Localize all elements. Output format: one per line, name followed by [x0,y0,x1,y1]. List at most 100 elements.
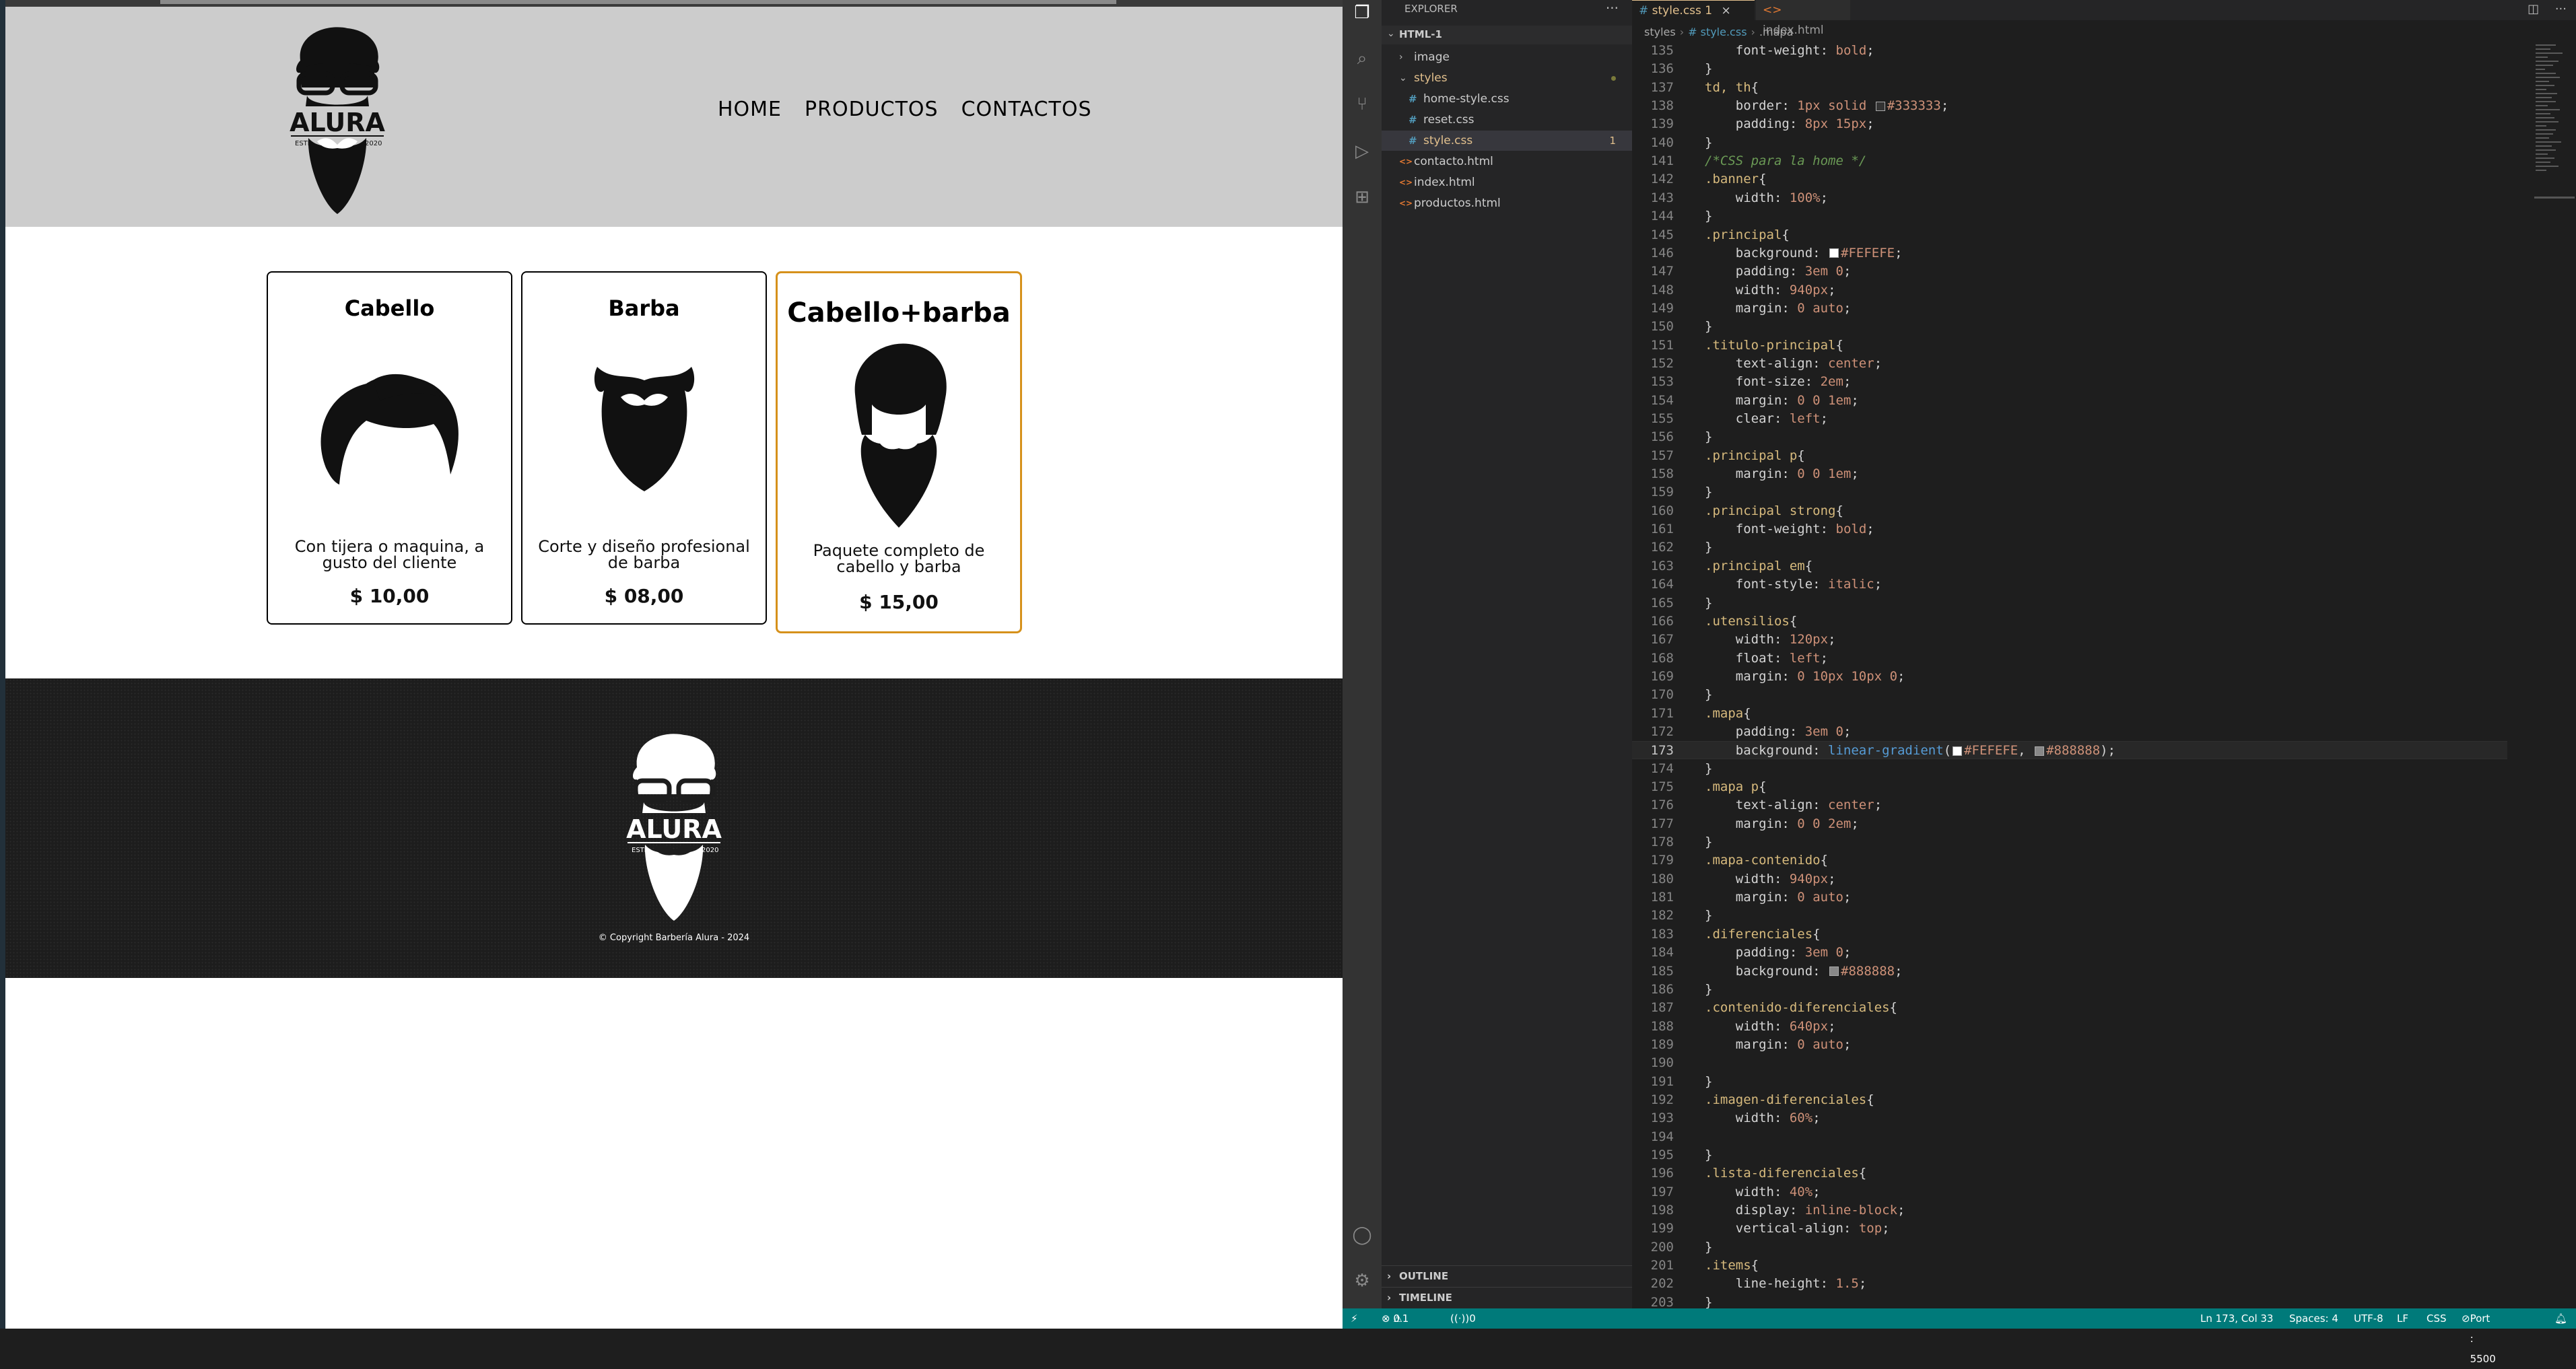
code-line[interactable]: 191} [1632,1073,2507,1091]
code-line[interactable]: 156} [1632,428,2507,446]
code-line[interactable]: 195} [1632,1146,2507,1164]
code-line[interactable]: 137 td, th{ [1632,79,2507,97]
more-actions-icon[interactable]: ··· [2555,2,2567,16]
close-icon[interactable]: × [1722,4,1731,17]
timeline-section[interactable]: › TIMELINE [1382,1287,1632,1308]
code-line[interactable]: 170} [1632,686,2507,704]
code-line[interactable]: 148 width: 940px; [1632,281,2507,300]
code-line[interactable]: 197 width: 40%; [1632,1183,2507,1201]
code-line[interactable]: 194 [1632,1128,2507,1146]
code-line[interactable]: 166 .utensilios{ [1632,612,2507,631]
code-line[interactable]: 190 [1632,1054,2507,1072]
code-line[interactable]: 175 .mapa p{ [1632,778,2507,796]
code-line[interactable]: 188 width: 640px; [1632,1018,2507,1036]
code-line[interactable]: 161 font-weight: bold; [1632,520,2507,538]
code-line[interactable]: 141 /*CSS para la home */ [1632,152,2507,170]
tree-item-styles[interactable]: ⌄ styles [1382,68,1632,88]
account-icon[interactable]: ◯ [1352,1225,1372,1245]
code-line[interactable]: 150} [1632,318,2507,336]
code-line[interactable]: 154 margin: 0 0 1em; [1632,392,2507,410]
encoding-setting[interactable]: UTF-8 [2354,1308,2383,1329]
language-mode[interactable]: CSS [2427,1308,2447,1329]
eol-setting[interactable]: LF [2397,1308,2408,1329]
tree-item-home-style-css[interactable]: # home-style.css [1382,89,1632,109]
run-debug-icon[interactable]: ▷ [1352,141,1372,162]
code-line[interactable]: 169 margin: 0 10px 10px 0; [1632,668,2507,686]
tree-item-productos-html[interactable]: <> productos.html [1382,193,1632,213]
code-line[interactable]: 200} [1632,1238,2507,1257]
breadcrumb-folder[interactable]: styles [1644,26,1676,38]
code-line[interactable]: 201 .items{ [1632,1257,2507,1275]
code-line[interactable]: 144} [1632,207,2507,225]
code-line[interactable]: 172 padding: 3em 0; [1632,723,2507,741]
code-line[interactable]: 167 width: 120px; [1632,631,2507,649]
product-card-barba[interactable]: Barba Corte y diseño profesional de barb… [521,271,767,625]
code-line[interactable]: 186} [1632,981,2507,999]
minimap[interactable] [2534,42,2575,378]
code-line[interactable]: 183 .diferenciales{ [1632,925,2507,944]
code-line[interactable]: 136} [1632,60,2507,78]
code-line[interactable]: 140} [1632,134,2507,152]
alura-logo[interactable]: ALURA ESTD 2020 [280,20,395,215]
product-card-cabello-barba[interactable]: Cabello+barba Paquete completo de cabell… [776,271,1022,633]
more-actions-icon[interactable]: ··· [1606,0,1619,16]
code-line[interactable]: 145 .principal{ [1632,226,2507,244]
code-line[interactable]: 198 display: inline-block; [1632,1201,2507,1220]
tree-item-contacto-html[interactable]: <> contacto.html [1382,151,1632,172]
nav-productos[interactable]: PRODUCTOS [805,98,939,121]
code-line[interactable]: 157 .principal p{ [1632,447,2507,465]
product-card-cabello[interactable]: Cabello Con tijera o maquina, a gusto de… [267,271,512,625]
code-line[interactable]: 139 padding: 8px 15px; [1632,115,2507,133]
tree-item-style-css[interactable]: # style.css 1 [1382,131,1632,151]
tab-index-html[interactable]: <> index.html [1756,0,1850,37]
code-line[interactable]: 193 width: 60%; [1632,1109,2507,1127]
code-line[interactable]: 164 font-style: italic; [1632,575,2507,594]
code-line[interactable]: 178} [1632,833,2507,851]
notifications-bell-icon[interactable]: 🔔︎ [2554,1308,2567,1329]
code-line[interactable]: 180 width: 940px; [1632,870,2507,888]
code-line[interactable]: 146 background: #FEFEFE; [1632,244,2507,262]
split-editor-icon[interactable]: ◫ [2528,2,2539,16]
ports-indicator[interactable]: ((·)) 0 [1450,1308,1476,1329]
code-line[interactable]: 176 text-align: center; [1632,796,2507,814]
outline-section[interactable]: › OUTLINE [1382,1265,1632,1286]
code-line[interactable]: 184 padding: 3em 0; [1632,944,2507,962]
code-line[interactable]: 182} [1632,907,2507,925]
cursor-position[interactable]: Ln 173, Col 33 [2200,1308,2273,1329]
code-line[interactable]: 142 .banner{ [1632,170,2507,188]
code-line[interactable]: 168 float: left; [1632,650,2507,668]
tree-item-index-html[interactable]: <> index.html [1382,172,1632,192]
tab-style-css[interactable]: # style.css 1 × [1632,0,1755,20]
code-line[interactable]: 179 .mapa-contenido{ [1632,851,2507,870]
settings-gear-icon[interactable]: ⚙ [1352,1271,1372,1291]
code-line[interactable]: 152 text-align: center; [1632,355,2507,373]
code-line[interactable]: 158 margin: 0 0 1em; [1632,465,2507,483]
indentation-setting[interactable]: Spaces: 4 [2289,1308,2338,1329]
code-line[interactable]: 160 .principal strong{ [1632,502,2507,520]
code-line[interactable]: 143 width: 100%; [1632,189,2507,207]
code-line[interactable]: 151 .titulo-principal{ [1632,337,2507,355]
code-line[interactable]: 185 background: #888888; [1632,962,2507,981]
code-line[interactable]: 135 font-weight: bold; [1632,42,2507,60]
tree-item-image[interactable]: › image [1382,47,1632,67]
code-line[interactable]: 189 margin: 0 auto; [1632,1036,2507,1054]
live-server-port[interactable]: ⊘ Port : 5500 [2462,1308,2496,1365]
code-line[interactable]: 163 .principal em{ [1632,557,2507,575]
code-line[interactable]: 155 clear: left; [1632,410,2507,428]
remote-icon[interactable]: ⚡ [1351,1308,1358,1329]
code-line[interactable]: 171 .mapa{ [1632,705,2507,723]
nav-home[interactable]: HOME [718,98,782,121]
extensions-icon[interactable]: ⊞ [1352,187,1372,207]
code-line[interactable]: 149 margin: 0 auto; [1632,300,2507,318]
code-line[interactable]: 138 border: 1px solid #333333; [1632,97,2507,115]
tree-item-reset-css[interactable]: # reset.css [1382,110,1632,130]
code-line[interactable]: 196 .lista-diferenciales{ [1632,1164,2507,1183]
breadcrumb-file[interactable]: # style.css [1688,26,1747,38]
code-line[interactable]: 159} [1632,483,2507,501]
source-control-icon[interactable]: ⑂ [1352,94,1372,114]
code-line[interactable]: 192 .imagen-diferenciales{ [1632,1091,2507,1109]
folder-header[interactable]: ⌄ HTML-1 [1382,26,1632,44]
code-line[interactable]: 147 padding: 3em 0; [1632,262,2507,281]
code-line[interactable]: 162} [1632,538,2507,557]
code-line[interactable]: 173 background: linear-gradient(#FEFEFE,… [1632,741,2507,760]
